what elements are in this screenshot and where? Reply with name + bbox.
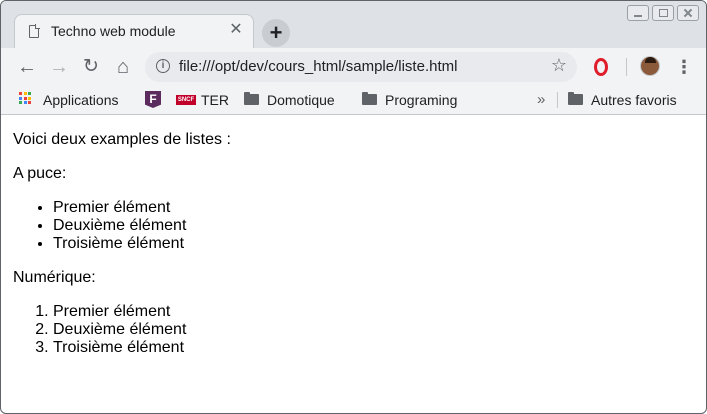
numbered-heading: Numérique: bbox=[13, 269, 96, 286]
bookmark-ter[interactable]: TER bbox=[201, 89, 229, 111]
folder-icon bbox=[362, 92, 377, 105]
tab-close-icon[interactable]: ✕ bbox=[227, 21, 245, 39]
reload-icon[interactable]: ↻ bbox=[79, 55, 103, 79]
address-bar[interactable]: i file:///opt/dev/cours_html/sample/list… bbox=[145, 52, 577, 82]
bookmark-f-icon[interactable]: F bbox=[145, 91, 161, 108]
titlebar: Techno web module ✕ + bbox=[1, 1, 706, 48]
bullet-heading: A puce: bbox=[13, 165, 67, 182]
bookmarks-bar: Applications F SNCF TER Domotique Progra… bbox=[1, 86, 706, 115]
opera-icon[interactable] bbox=[594, 58, 608, 76]
bookmarks-overflow-button[interactable]: » bbox=[537, 89, 545, 111]
back-icon[interactable]: ← bbox=[15, 55, 39, 79]
maximize-button[interactable] bbox=[652, 5, 674, 21]
star-icon[interactable]: ☆ bbox=[551, 55, 567, 76]
folder-icon bbox=[568, 92, 583, 105]
apps-icon bbox=[19, 92, 31, 104]
avatar[interactable] bbox=[640, 56, 660, 76]
list-item: Troisième élément bbox=[53, 235, 694, 253]
bullet-list: Premier élément Deuxième élément Troisiè… bbox=[13, 199, 694, 253]
tab-active[interactable]: Techno web module ✕ bbox=[14, 14, 254, 48]
folder-icon bbox=[244, 92, 259, 105]
intro-text: Voici deux examples de listes : bbox=[13, 131, 231, 148]
home-icon[interactable]: ⌂ bbox=[111, 55, 135, 79]
list-item: Deuxième élément bbox=[53, 321, 694, 339]
url-text[interactable]: file:///opt/dev/cours_html/sample/liste.… bbox=[179, 58, 457, 75]
toolbar-divider bbox=[626, 58, 627, 76]
bookmark-domotique[interactable]: Domotique bbox=[267, 89, 335, 111]
list-item: Premier élément bbox=[53, 199, 694, 217]
list-item: Premier élément bbox=[53, 303, 694, 321]
list-item: Troisième élément bbox=[53, 339, 694, 357]
close-window-button[interactable] bbox=[677, 5, 699, 21]
list-item: Deuxième élément bbox=[53, 217, 694, 235]
sncf-icon: SNCF bbox=[176, 95, 196, 105]
numbered-list: Premier élément Deuxième élément Troisiè… bbox=[13, 303, 694, 357]
info-icon[interactable]: i bbox=[156, 59, 170, 73]
bookmark-autres-favoris[interactable]: Autres favoris bbox=[591, 89, 677, 111]
minimize-button[interactable] bbox=[627, 5, 649, 21]
browser-window: Techno web module ✕ + ← → ↻ ⌂ i file:///… bbox=[0, 0, 707, 414]
toolbar: ← → ↻ ⌂ i file:///opt/dev/cours_html/sam… bbox=[1, 48, 706, 86]
forward-icon[interactable]: → bbox=[47, 55, 71, 79]
bookmarks-divider bbox=[557, 92, 558, 108]
new-tab-button[interactable]: + bbox=[262, 19, 290, 47]
bookmark-programing[interactable]: Programing bbox=[385, 89, 457, 111]
menu-icon[interactable]: ⋮ bbox=[675, 56, 693, 78]
bookmark-applications[interactable]: Applications bbox=[43, 89, 119, 111]
tab-title: Techno web module bbox=[51, 23, 176, 39]
page-icon bbox=[29, 24, 40, 38]
page-content: Voici deux examples de listes : A puce: … bbox=[1, 115, 706, 413]
